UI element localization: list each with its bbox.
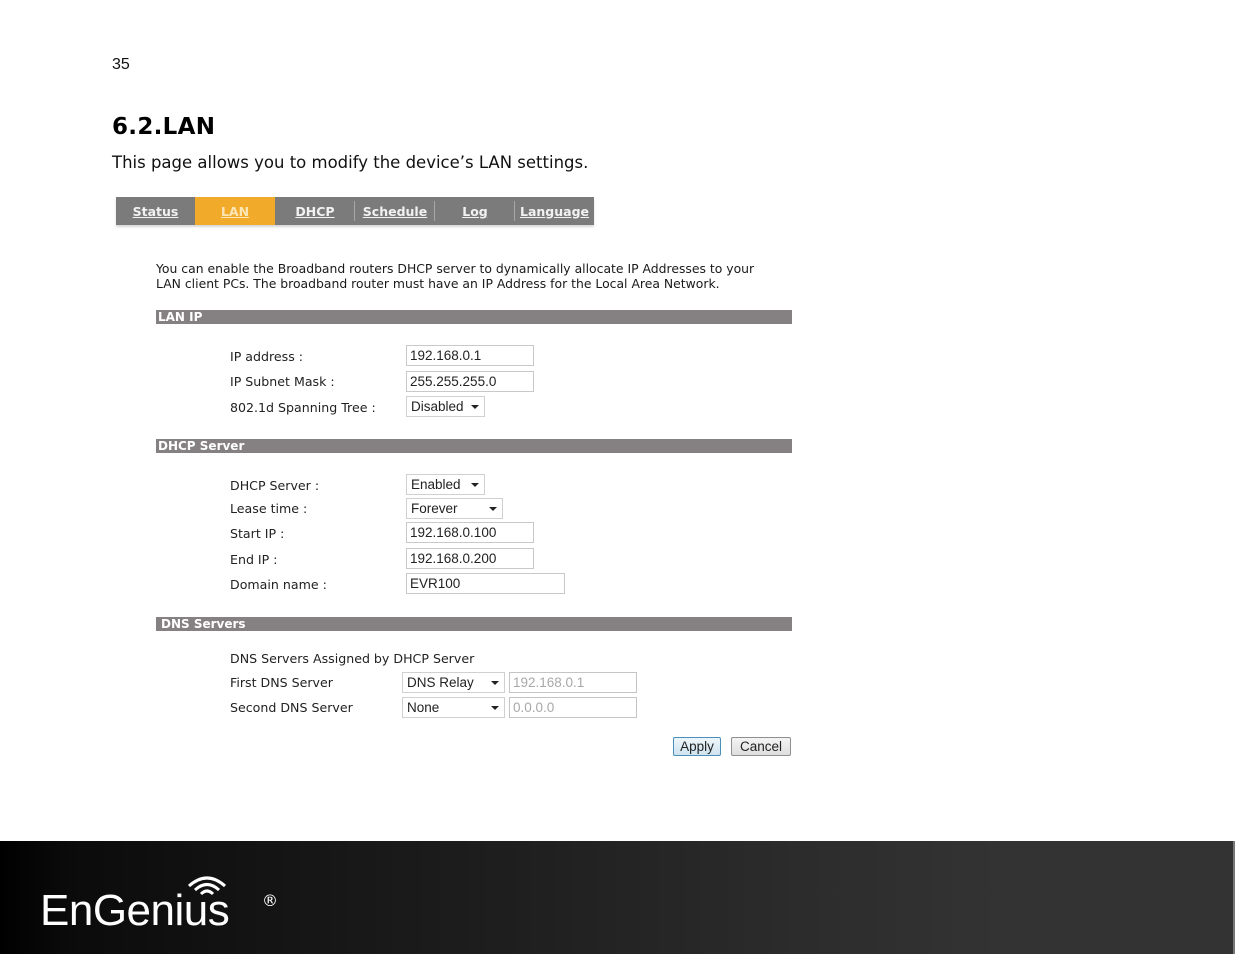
domain-name-label: Domain name : bbox=[230, 577, 327, 592]
first-dns-mode-select[interactable]: DNS Relay bbox=[402, 672, 505, 693]
section-title: 6.2.LAN bbox=[112, 114, 216, 140]
start-ip-label: Start IP : bbox=[230, 526, 285, 541]
dhcp-server-select[interactable]: Enabled bbox=[406, 474, 485, 495]
dhcp-server-label: DHCP Server : bbox=[230, 478, 320, 493]
wifi-icon bbox=[188, 876, 226, 896]
tab-lan[interactable]: LAN bbox=[195, 197, 275, 225]
router-lan-screenshot: Status LAN DHCP Schedule Log Language Yo… bbox=[116, 197, 796, 757]
spanning-tree-select[interactable]: Disabled bbox=[406, 396, 485, 417]
end-ip-input[interactable]: 192.168.0.200 bbox=[406, 548, 534, 569]
cancel-button[interactable]: Cancel bbox=[731, 737, 791, 756]
second-dns-mode-select[interactable]: None bbox=[402, 697, 505, 718]
footer-banner: EnGenius ® bbox=[0, 841, 1235, 954]
first-dns-label: First DNS Server bbox=[230, 675, 333, 690]
section-intro: This page allows you to modify the devic… bbox=[112, 153, 589, 172]
tab-dhcp[interactable]: DHCP bbox=[275, 197, 355, 225]
intro-line: You can enable the Broadband routers DHC… bbox=[156, 261, 755, 276]
spanning-tree-label: 802.1d Spanning Tree : bbox=[230, 400, 376, 415]
chevron-down-icon bbox=[471, 405, 479, 409]
lan-intro-text: You can enable the Broadband routers DHC… bbox=[156, 261, 796, 291]
lan-ip-header: LAN IP bbox=[156, 310, 792, 324]
second-dns-label: Second DNS Server bbox=[230, 700, 353, 715]
first-dns-ip-input[interactable]: 192.168.0.1 bbox=[509, 672, 637, 693]
tab-log[interactable]: Log bbox=[435, 197, 515, 225]
dns-servers-header: DNS Servers bbox=[156, 617, 792, 631]
engenius-logo: EnGenius ® bbox=[40, 876, 278, 936]
end-ip-label: End IP : bbox=[230, 552, 278, 567]
chevron-down-icon bbox=[489, 507, 497, 511]
tab-schedule[interactable]: Schedule bbox=[355, 197, 435, 225]
subnet-mask-label: IP Subnet Mask : bbox=[230, 374, 335, 389]
dhcp-server-header: DHCP Server bbox=[156, 439, 792, 453]
tab-status[interactable]: Status bbox=[116, 197, 195, 225]
page-number: 35 bbox=[112, 56, 130, 73]
start-ip-input[interactable]: 192.168.0.100 bbox=[406, 522, 534, 543]
chevron-down-icon bbox=[471, 483, 479, 487]
intro-line: LAN client PCs. The broadband router mus… bbox=[156, 276, 720, 291]
chevron-down-icon bbox=[491, 681, 499, 685]
ip-address-input[interactable]: 192.168.0.1 bbox=[406, 345, 534, 366]
chevron-down-icon bbox=[491, 706, 499, 710]
second-dns-ip-input[interactable]: 0.0.0.0 bbox=[509, 697, 637, 718]
ip-address-label: IP address : bbox=[230, 349, 304, 364]
lease-time-label: Lease time : bbox=[230, 501, 308, 516]
lease-time-select[interactable]: Forever bbox=[406, 498, 503, 519]
registered-mark: ® bbox=[262, 891, 278, 910]
subnet-mask-input[interactable]: 255.255.255.0 bbox=[406, 371, 534, 392]
domain-name-input[interactable]: EVR100 bbox=[406, 573, 565, 594]
apply-button[interactable]: Apply bbox=[673, 737, 721, 756]
nav-bar: Status LAN DHCP Schedule Log Language bbox=[116, 197, 594, 225]
dns-assigned-label: DNS Servers Assigned by DHCP Server bbox=[230, 651, 475, 666]
tab-language[interactable]: Language bbox=[515, 197, 594, 225]
